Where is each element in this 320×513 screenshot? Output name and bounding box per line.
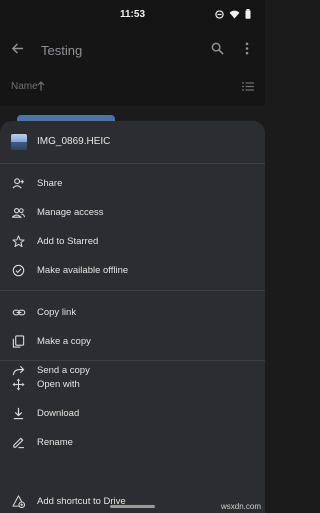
person-add-icon — [12, 177, 25, 190]
open-with-icon — [12, 378, 25, 391]
gesture-nav-bar[interactable] — [110, 505, 155, 508]
app-bar: Testing — [0, 30, 265, 70]
do-not-disturb-icon — [215, 9, 224, 19]
sort-row: Name — [0, 70, 265, 106]
menu-item-rename[interactable]: Rename — [0, 428, 265, 457]
more-options-icon[interactable] — [245, 42, 249, 55]
menu-item-copy-link[interactable]: Copy link — [0, 298, 265, 327]
bottom-sheet: IMG_0869.HEIC Share Manage access Add to… — [0, 121, 265, 513]
offline-check-icon — [12, 264, 25, 277]
menu-item-download[interactable]: Download — [0, 399, 265, 428]
divider — [0, 360, 265, 361]
menu-label: Download — [37, 408, 80, 419]
menu-label: Make available offline — [37, 265, 129, 276]
menu-item-share[interactable]: Share — [0, 169, 265, 198]
watermark: wsxdn.com — [220, 502, 261, 511]
back-arrow-icon[interactable] — [11, 42, 24, 55]
divider — [0, 290, 265, 291]
link-icon — [12, 306, 26, 319]
menu-item-make-a-copy[interactable]: Make a copy — [0, 327, 265, 356]
status-bar: 11:53 — [0, 0, 265, 30]
battery-icon — [245, 9, 251, 19]
menu-item-make-available-offline[interactable]: Make available offline — [0, 256, 265, 285]
add-shortcut-icon — [12, 495, 25, 508]
menu-label: Copy link — [37, 307, 77, 318]
file-name: IMG_0869.HEIC — [37, 136, 111, 147]
rename-pen-icon — [12, 436, 25, 449]
menu-item-manage-access[interactable]: Manage access — [0, 198, 265, 227]
menu-item-open-with[interactable]: Open with — [0, 370, 265, 399]
star-icon — [12, 235, 25, 248]
divider — [0, 163, 265, 164]
menu-label: Make a copy — [37, 336, 91, 347]
search-icon[interactable] — [211, 42, 224, 55]
file-header: IMG_0869.HEIC — [0, 121, 265, 163]
menu-label: Add to Starred — [37, 236, 99, 247]
sort-ascending-icon[interactable] — [37, 81, 45, 91]
list-view-icon[interactable] — [242, 82, 254, 91]
sort-label[interactable]: Name — [11, 81, 38, 92]
menu-label: Share — [37, 178, 63, 189]
menu-label: Manage access — [37, 207, 104, 218]
wifi-icon — [229, 10, 240, 19]
menu-label: Rename — [37, 437, 73, 448]
copy-icon — [12, 335, 25, 348]
menu-item-add-to-starred[interactable]: Add to Starred — [0, 227, 265, 256]
download-icon — [12, 407, 25, 420]
people-icon — [12, 206, 25, 219]
folder-title: Testing — [41, 43, 83, 58]
file-thumbnail — [11, 134, 27, 150]
status-icons — [215, 9, 251, 19]
menu-label: Open with — [37, 379, 80, 390]
